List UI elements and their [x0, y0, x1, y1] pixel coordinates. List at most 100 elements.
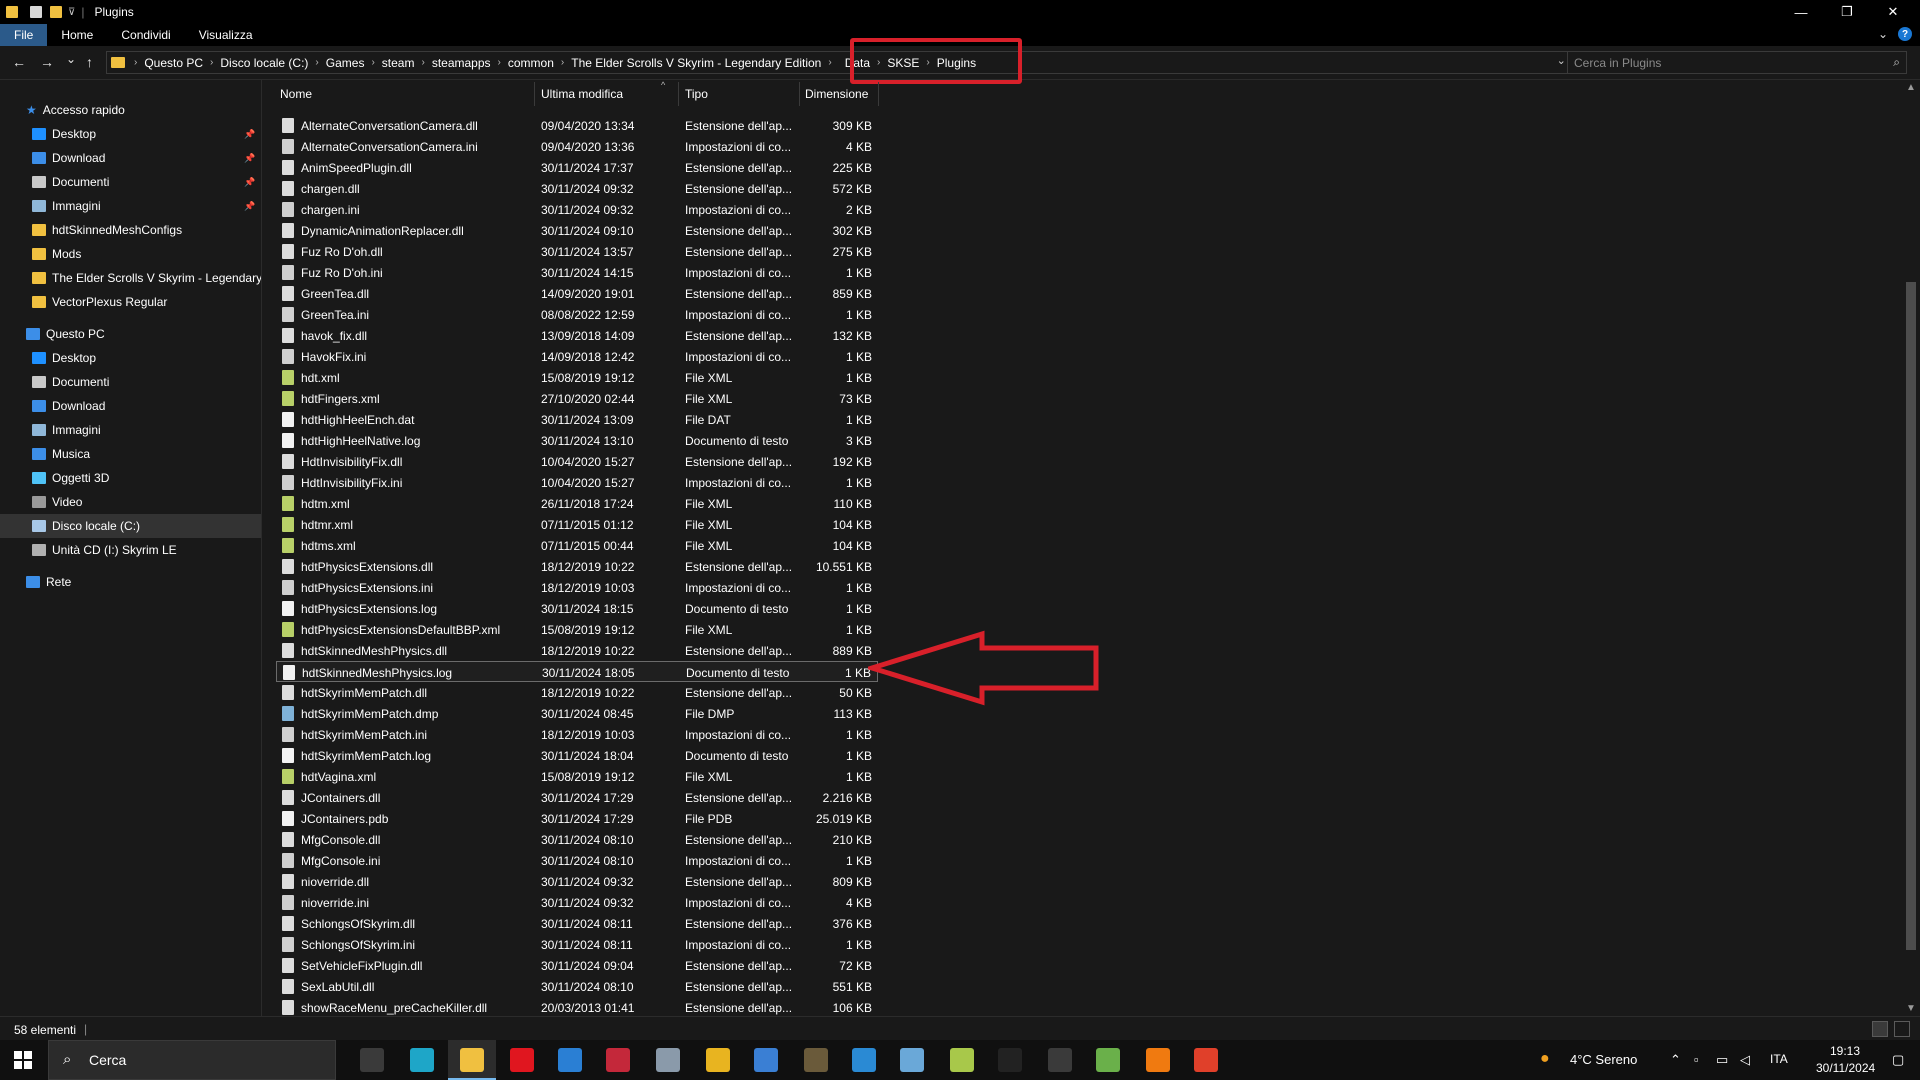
sidebar-item[interactable]: Unità CD (I:) Skyrim LE	[0, 538, 261, 562]
file-row[interactable]: chargen.dll 30/11/2024 09:32 Estensione de…	[276, 178, 878, 199]
file-row[interactable]: SchlongsOfSkyrim.dll 30/11/2024 08:11 Este…	[276, 913, 878, 934]
weather-text[interactable]: 4°C Sereno	[1570, 1052, 1637, 1067]
vertical-scrollbar[interactable]: ▲ ▼	[1902, 80, 1920, 1016]
file-row[interactable]: AlternateConversationCamera.dll 09/04/202…	[276, 115, 878, 136]
breadcrumb-item[interactable]: Games	[322, 56, 369, 70]
file-row[interactable]: GreenTea.dll 14/09/2020 19:01 Estensione d…	[276, 283, 878, 304]
edge-icon[interactable]	[410, 1048, 434, 1072]
file-row[interactable]: chargen.ini 30/11/2024 09:32 Impostazioni …	[276, 199, 878, 220]
file-row[interactable]: hdtm.xml 26/11/2018 17:24 File XML 110 KB	[276, 493, 878, 514]
file-row[interactable]: hdtPhysicsExtensions.log 30/11/2024 18:15…	[276, 598, 878, 619]
sidebar-item-this-pc[interactable]: Questo PC	[0, 322, 261, 346]
column-divider[interactable]	[534, 82, 535, 106]
file-row[interactable]: DynamicAnimationReplacer.dll 30/11/2024 0…	[276, 220, 878, 241]
sidebar-item[interactable]: Documenti	[0, 370, 261, 394]
taskbar-search[interactable]: ⌕ Cerca	[48, 1040, 336, 1080]
chevron-right-icon[interactable]: ›	[874, 57, 883, 68]
start-button[interactable]	[14, 1051, 32, 1069]
tab-file[interactable]: File	[0, 24, 48, 46]
file-row[interactable]: MfgConsole.ini 30/11/2024 08:10 Impostazio…	[276, 850, 878, 871]
file-row[interactable]: HavokFix.ini 14/09/2018 12:42 Impostazioni…	[276, 346, 878, 367]
file-row[interactable]: SexLabUtil.dll 30/11/2024 08:10 Estensione…	[276, 976, 878, 997]
volume-icon[interactable]: ◁	[1740, 1052, 1750, 1068]
vlc-icon[interactable]	[1146, 1048, 1170, 1072]
column-divider[interactable]	[678, 82, 679, 106]
file-row[interactable]: MfgConsole.dll 30/11/2024 08:10 Estensione…	[276, 829, 878, 850]
address-bar[interactable]: › Questo PC › Disco locale (C:) › Games …	[106, 51, 1590, 74]
file-row[interactable]: AlternateConversationCamera.ini 09/04/202…	[276, 136, 878, 157]
chevron-right-icon[interactable]: ›	[558, 57, 567, 68]
sidebar-item[interactable]: hdtSkinnedMeshConfigs	[0, 218, 261, 242]
search-icon[interactable]: ⌕	[1893, 55, 1900, 70]
quick-access-toolbar-dropdown[interactable]: ⊽	[68, 7, 75, 18]
chevron-right-icon[interactable]: ›	[312, 57, 321, 68]
sidebar-item[interactable]: Musica	[0, 442, 261, 466]
file-row[interactable]: SchlongsOfSkyrim.ini 30/11/2024 08:11 Impo…	[276, 934, 878, 955]
column-divider[interactable]	[878, 82, 879, 106]
file-row[interactable]: hdtms.xml 07/11/2015 00:44 File XML 104 KB	[276, 535, 878, 556]
up-button[interactable]: ↑	[86, 54, 93, 70]
sidebar-item[interactable]: Download	[0, 394, 261, 418]
window-app-icon[interactable]	[852, 1048, 876, 1072]
file-row[interactable]: hdtFingers.xml 27/10/2020 02:44 File XML 73…	[276, 388, 878, 409]
recent-locations-chevron-icon[interactable]: ⌄	[66, 52, 76, 66]
file-row[interactable]: hdt.xml 15/08/2019 19:12 File XML 1 KB	[276, 367, 878, 388]
game-launcher-icon[interactable]	[804, 1048, 828, 1072]
scroll-up-icon[interactable]: ▲	[1906, 82, 1916, 93]
file-row[interactable]: hdtSkyrimMemPatch.dmp 30/11/2024 08:45 Fil…	[276, 703, 878, 724]
sidebar-item[interactable]: Mods	[0, 242, 261, 266]
file-row[interactable]: GreenTea.ini 08/08/2022 12:59 Impostazioni…	[276, 304, 878, 325]
breadcrumb-item[interactable]: SKSE	[883, 56, 923, 70]
breadcrumb-item[interactable]: Disco locale (C:)	[216, 56, 312, 70]
sidebar-item-network[interactable]: Rete	[0, 570, 261, 594]
meet-now-icon[interactable]: ▫	[1694, 1052, 1699, 1067]
input-language[interactable]: ITA	[1770, 1052, 1788, 1066]
file-row[interactable]: showRaceMenu_preCacheKiller.dll 20/03/201…	[276, 997, 878, 1018]
foxit-icon[interactable]	[1194, 1048, 1218, 1072]
file-row[interactable]: hdtSkyrimMemPatch.dll 18/12/2019 10:22 Est…	[276, 682, 878, 703]
file-row[interactable]: SetVehicleFixPlugin.dll 30/11/2024 09:04 E…	[276, 955, 878, 976]
weather-icon[interactable]: ●	[1540, 1050, 1550, 1068]
search-box[interactable]: ⌕	[1567, 51, 1907, 74]
scroll-down-icon[interactable]: ▼	[1906, 1003, 1916, 1014]
expand-ribbon-chevron-icon[interactable]: ⌄	[1878, 27, 1888, 41]
chevron-right-icon[interactable]: ›	[495, 57, 504, 68]
file-row[interactable]: hdtSkinnedMeshPhysics.dll 18/12/2019 10:2…	[276, 640, 878, 661]
file-row[interactable]: Fuz Ro D'oh.ini 30/11/2024 14:15 Impostazi…	[276, 262, 878, 283]
chevron-right-icon[interactable]: ›	[825, 57, 834, 68]
image-app-icon[interactable]	[950, 1048, 974, 1072]
notification-center-icon[interactable]: ▢	[1892, 1052, 1904, 1068]
sidebar-item[interactable]: Immagini 📌	[0, 194, 261, 218]
file-row[interactable]: nioverride.dll 30/11/2024 09:32 Estensione…	[276, 871, 878, 892]
properties-icon[interactable]	[30, 6, 42, 18]
breadcrumb-item[interactable]: Data	[841, 56, 874, 70]
breadcrumb-item[interactable]: steamapps	[428, 56, 495, 70]
clock-date[interactable]: 30/11/2024	[1816, 1061, 1875, 1075]
store-icon[interactable]	[558, 1048, 582, 1072]
column-divider[interactable]	[799, 82, 800, 106]
sidebar-item[interactable]: Oggetti 3D	[0, 466, 261, 490]
chevron-right-icon[interactable]: ›	[207, 57, 216, 68]
notepad-plus-icon[interactable]	[1096, 1048, 1120, 1072]
search-input[interactable]	[1568, 52, 1868, 73]
tab-home[interactable]: Home	[47, 24, 107, 46]
arrow-app-icon[interactable]	[1048, 1048, 1072, 1072]
chevron-right-icon[interactable]: ›	[368, 57, 377, 68]
breadcrumb-item[interactable]: steam	[378, 56, 419, 70]
file-row[interactable]: hdtSkyrimMemPatch.log 30/11/2024 18:04 Doc…	[276, 745, 878, 766]
tab-view[interactable]: Visualizza	[185, 24, 267, 46]
scrollbar-thumb[interactable]	[1906, 282, 1916, 950]
sidebar-item-quick-access[interactable]: ★ Accesso rapido	[0, 98, 261, 122]
tab-share[interactable]: Condividi	[107, 24, 184, 46]
address-dropdown-chevron-icon[interactable]: ⌄	[1557, 54, 1566, 67]
maximize-button[interactable]: ❐	[1824, 0, 1870, 24]
file-row[interactable]: hdtHighHeelEnch.dat 30/11/2024 13:09 File …	[276, 409, 878, 430]
sidebar-item[interactable]: Immagini	[0, 418, 261, 442]
file-row[interactable]: hdtSkyrimMemPatch.ini 18/12/2019 10:03 Imp…	[276, 724, 878, 745]
chevron-right-icon[interactable]: ›	[131, 57, 140, 68]
file-row[interactable]: JContainers.pdb 30/11/2024 17:29 File PDB 2…	[276, 808, 878, 829]
sidebar-item[interactable]: Disco locale (C:)	[0, 514, 261, 538]
sidebar-item[interactable]: Download 📌	[0, 146, 261, 170]
sidebar-item[interactable]: Documenti 📌	[0, 170, 261, 194]
clock-time[interactable]: 19:13	[1830, 1044, 1860, 1058]
